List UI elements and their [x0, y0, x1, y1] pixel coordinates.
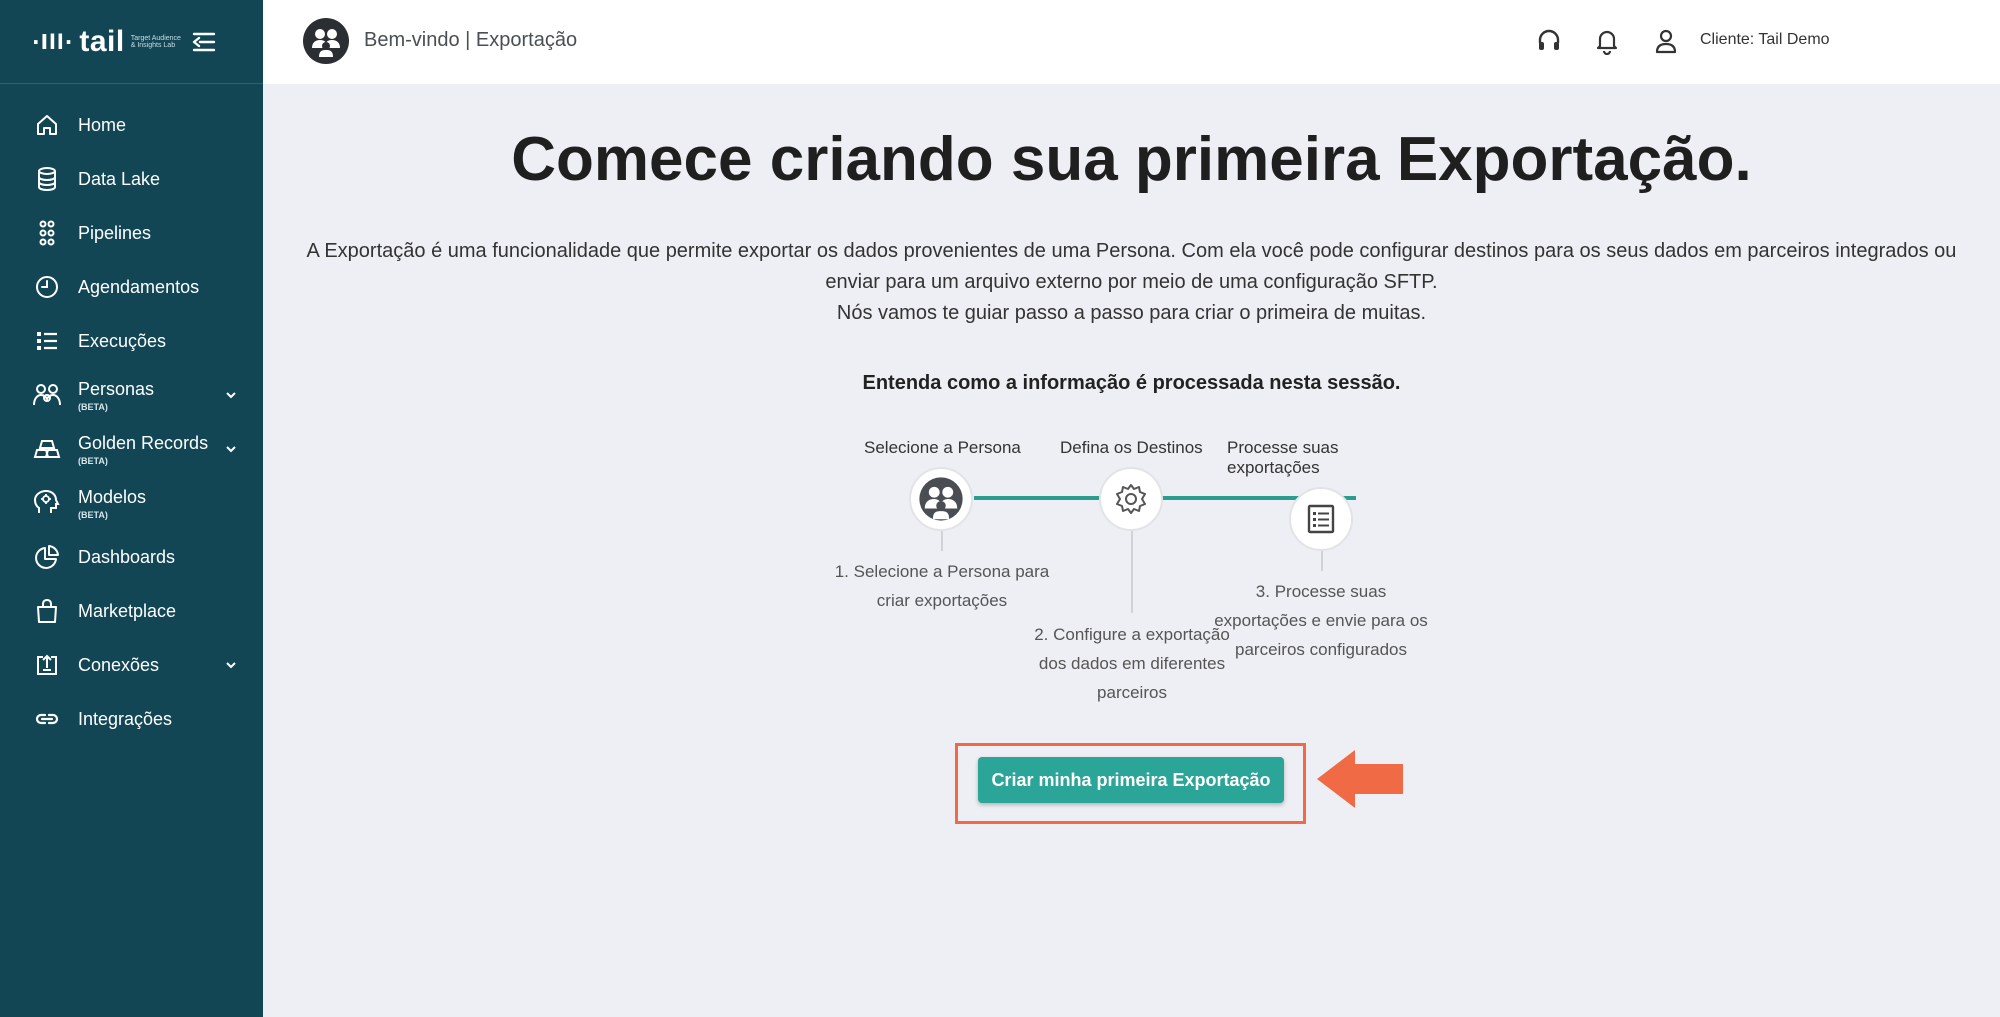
step-3-desc-line-3: parceiros configurados: [1235, 640, 1407, 659]
clock-icon: [33, 273, 61, 301]
sidebar-item-label: Personas: [78, 378, 155, 399]
user-icon[interactable]: [1652, 27, 1680, 55]
beta-badge: (BETA): [78, 509, 108, 520]
gold-bars-icon: [33, 435, 61, 463]
chevron-down-icon[interactable]: [223, 441, 239, 457]
step-3-circle: [1289, 487, 1353, 551]
sidebar-item-label: Data Lake: [78, 168, 161, 189]
bag-icon: [33, 597, 61, 625]
sidebar-item-dashboards[interactable]: Dashboards: [0, 530, 263, 584]
step-1-desc-line-1: 1. Selecione a Persona para: [834, 562, 1050, 581]
sidebar-item-modelos[interactable]: Modelos (BETA): [0, 476, 263, 530]
bell-icon[interactable]: [1593, 27, 1621, 55]
step-1-connector: [941, 531, 943, 551]
home-icon: [33, 111, 61, 139]
step-3-title-line-1: Processe suas: [1227, 438, 1339, 457]
sidebar-item-label: Golden Records: [78, 432, 209, 453]
headset-icon[interactable]: [1535, 27, 1563, 55]
step-1-description: 1. Selecione a Persona para criar export…: [830, 557, 1054, 615]
sidebar-item-label: Marketplace: [78, 600, 177, 621]
description-line-3: Nós vamos te guiar passo a passo para cr…: [836, 302, 1427, 324]
step-3-title-line-2: exportações: [1227, 458, 1320, 477]
brand-tagline: Target Audience & Insights Lab: [130, 34, 181, 49]
pie-chart-icon: [33, 543, 61, 571]
sidebar-item-home[interactable]: Home: [0, 98, 263, 152]
sidebar-item-label: Dashboards: [78, 546, 176, 567]
chevron-down-icon[interactable]: [223, 387, 239, 403]
step-3-title: Processe suas exportações: [1227, 438, 1339, 478]
client-name[interactable]: Cliente: Tail Demo: [1700, 31, 1830, 49]
step-3-desc-line-2: exportações e envie para os: [1214, 611, 1428, 630]
top-bar: Bem-vindo | Exportação Cliente: Tail Dem…: [263, 0, 2000, 84]
step-2-circle: [1099, 467, 1163, 531]
description-line-2: enviar para um arquivo externo por meio …: [825, 271, 1438, 293]
sidebar-item-data-lake[interactable]: Data Lake: [0, 152, 263, 206]
sidebar-item-label: Agendamentos: [78, 276, 200, 297]
sidebar-item-label: Home: [78, 114, 127, 135]
ai-head-icon: [33, 489, 61, 517]
sidebar-item-golden-records[interactable]: Golden Records (BETA): [0, 422, 263, 476]
page-title: Bem-vindo | Exportação: [364, 29, 578, 51]
step-3-connector: [1321, 551, 1323, 571]
sidebar-item-pipelines[interactable]: Pipelines: [0, 206, 263, 260]
brand-name: tail: [79, 24, 125, 58]
persona-icon: [919, 477, 963, 521]
section-subheading: Entenda como a informação é processada n…: [862, 372, 1401, 394]
pipelines-icon: [33, 219, 61, 247]
description-line-1: A Exportação é uma funcionalidade que pe…: [306, 240, 1957, 262]
upload-box-icon: [33, 651, 61, 679]
people-icon: [33, 381, 61, 409]
step-2-desc-line-3: parceiros: [1097, 683, 1167, 702]
collapse-menu-icon[interactable]: [190, 28, 218, 56]
sidebar-item-marketplace[interactable]: Marketplace: [0, 584, 263, 638]
step-1-title: Selecione a Persona: [864, 438, 1021, 457]
sidebar-header: ·Ill· tail Target Audience & Insights La…: [0, 0, 263, 84]
description: A Exportação é uma funcionalidade que pe…: [263, 236, 2000, 329]
pointer-arrow-icon: [1317, 750, 1403, 808]
document-list-icon: [1307, 504, 1335, 534]
persona-avatar-icon: [303, 18, 349, 64]
brand-logo[interactable]: ·Ill· tail Target Audience & Insights La…: [32, 25, 183, 59]
sidebar-item-personas[interactable]: Personas (BETA): [0, 368, 263, 422]
sidebar-item-agendamentos[interactable]: Agendamentos: [0, 260, 263, 314]
chevron-down-icon[interactable]: [223, 657, 239, 673]
database-icon: [33, 165, 61, 193]
sidebar-item-label: Execuções: [78, 330, 167, 351]
step-2-title: Defina os Destinos: [1060, 438, 1203, 457]
step-1-circle: [909, 467, 973, 531]
sidebar-item-label: Modelos: [78, 486, 147, 507]
sidebar-item-label: Pipelines: [78, 222, 152, 243]
gear-icon: [1116, 484, 1146, 514]
beta-badge: (BETA): [78, 401, 108, 412]
sidebar-nav: Home Data Lake Pipelines Agendamentos Ex: [0, 84, 263, 746]
link-icon: [33, 705, 61, 733]
sidebar-item-execucoes[interactable]: Execuções: [0, 314, 263, 368]
create-first-export-button[interactable]: Criar minha primeira Exportação: [978, 757, 1284, 803]
step-3-desc-line-1: 3. Processe suas: [1255, 582, 1387, 601]
sidebar-item-conexoes[interactable]: Conexões: [0, 638, 263, 692]
sidebar: ·Ill· tail Target Audience & Insights La…: [0, 0, 263, 1017]
brand-mark: ·Ill·: [32, 29, 74, 54]
main-headline: Comece criando sua primeira Exportação.: [511, 125, 1752, 194]
beta-badge: (BETA): [78, 455, 108, 466]
step-2-connector: [1131, 531, 1133, 613]
main-content: Comece criando sua primeira Exportação. …: [263, 84, 2000, 1017]
step-3-description: 3. Processe suas exportações e envie par…: [1201, 577, 1441, 664]
sidebar-item-integracoes[interactable]: Integrações: [0, 692, 263, 746]
sidebar-item-label: Integrações: [78, 708, 173, 729]
sidebar-item-label: Conexões: [78, 654, 160, 675]
step-1-desc-line-2: criar exportações: [876, 591, 1008, 610]
list-icon: [33, 327, 61, 355]
